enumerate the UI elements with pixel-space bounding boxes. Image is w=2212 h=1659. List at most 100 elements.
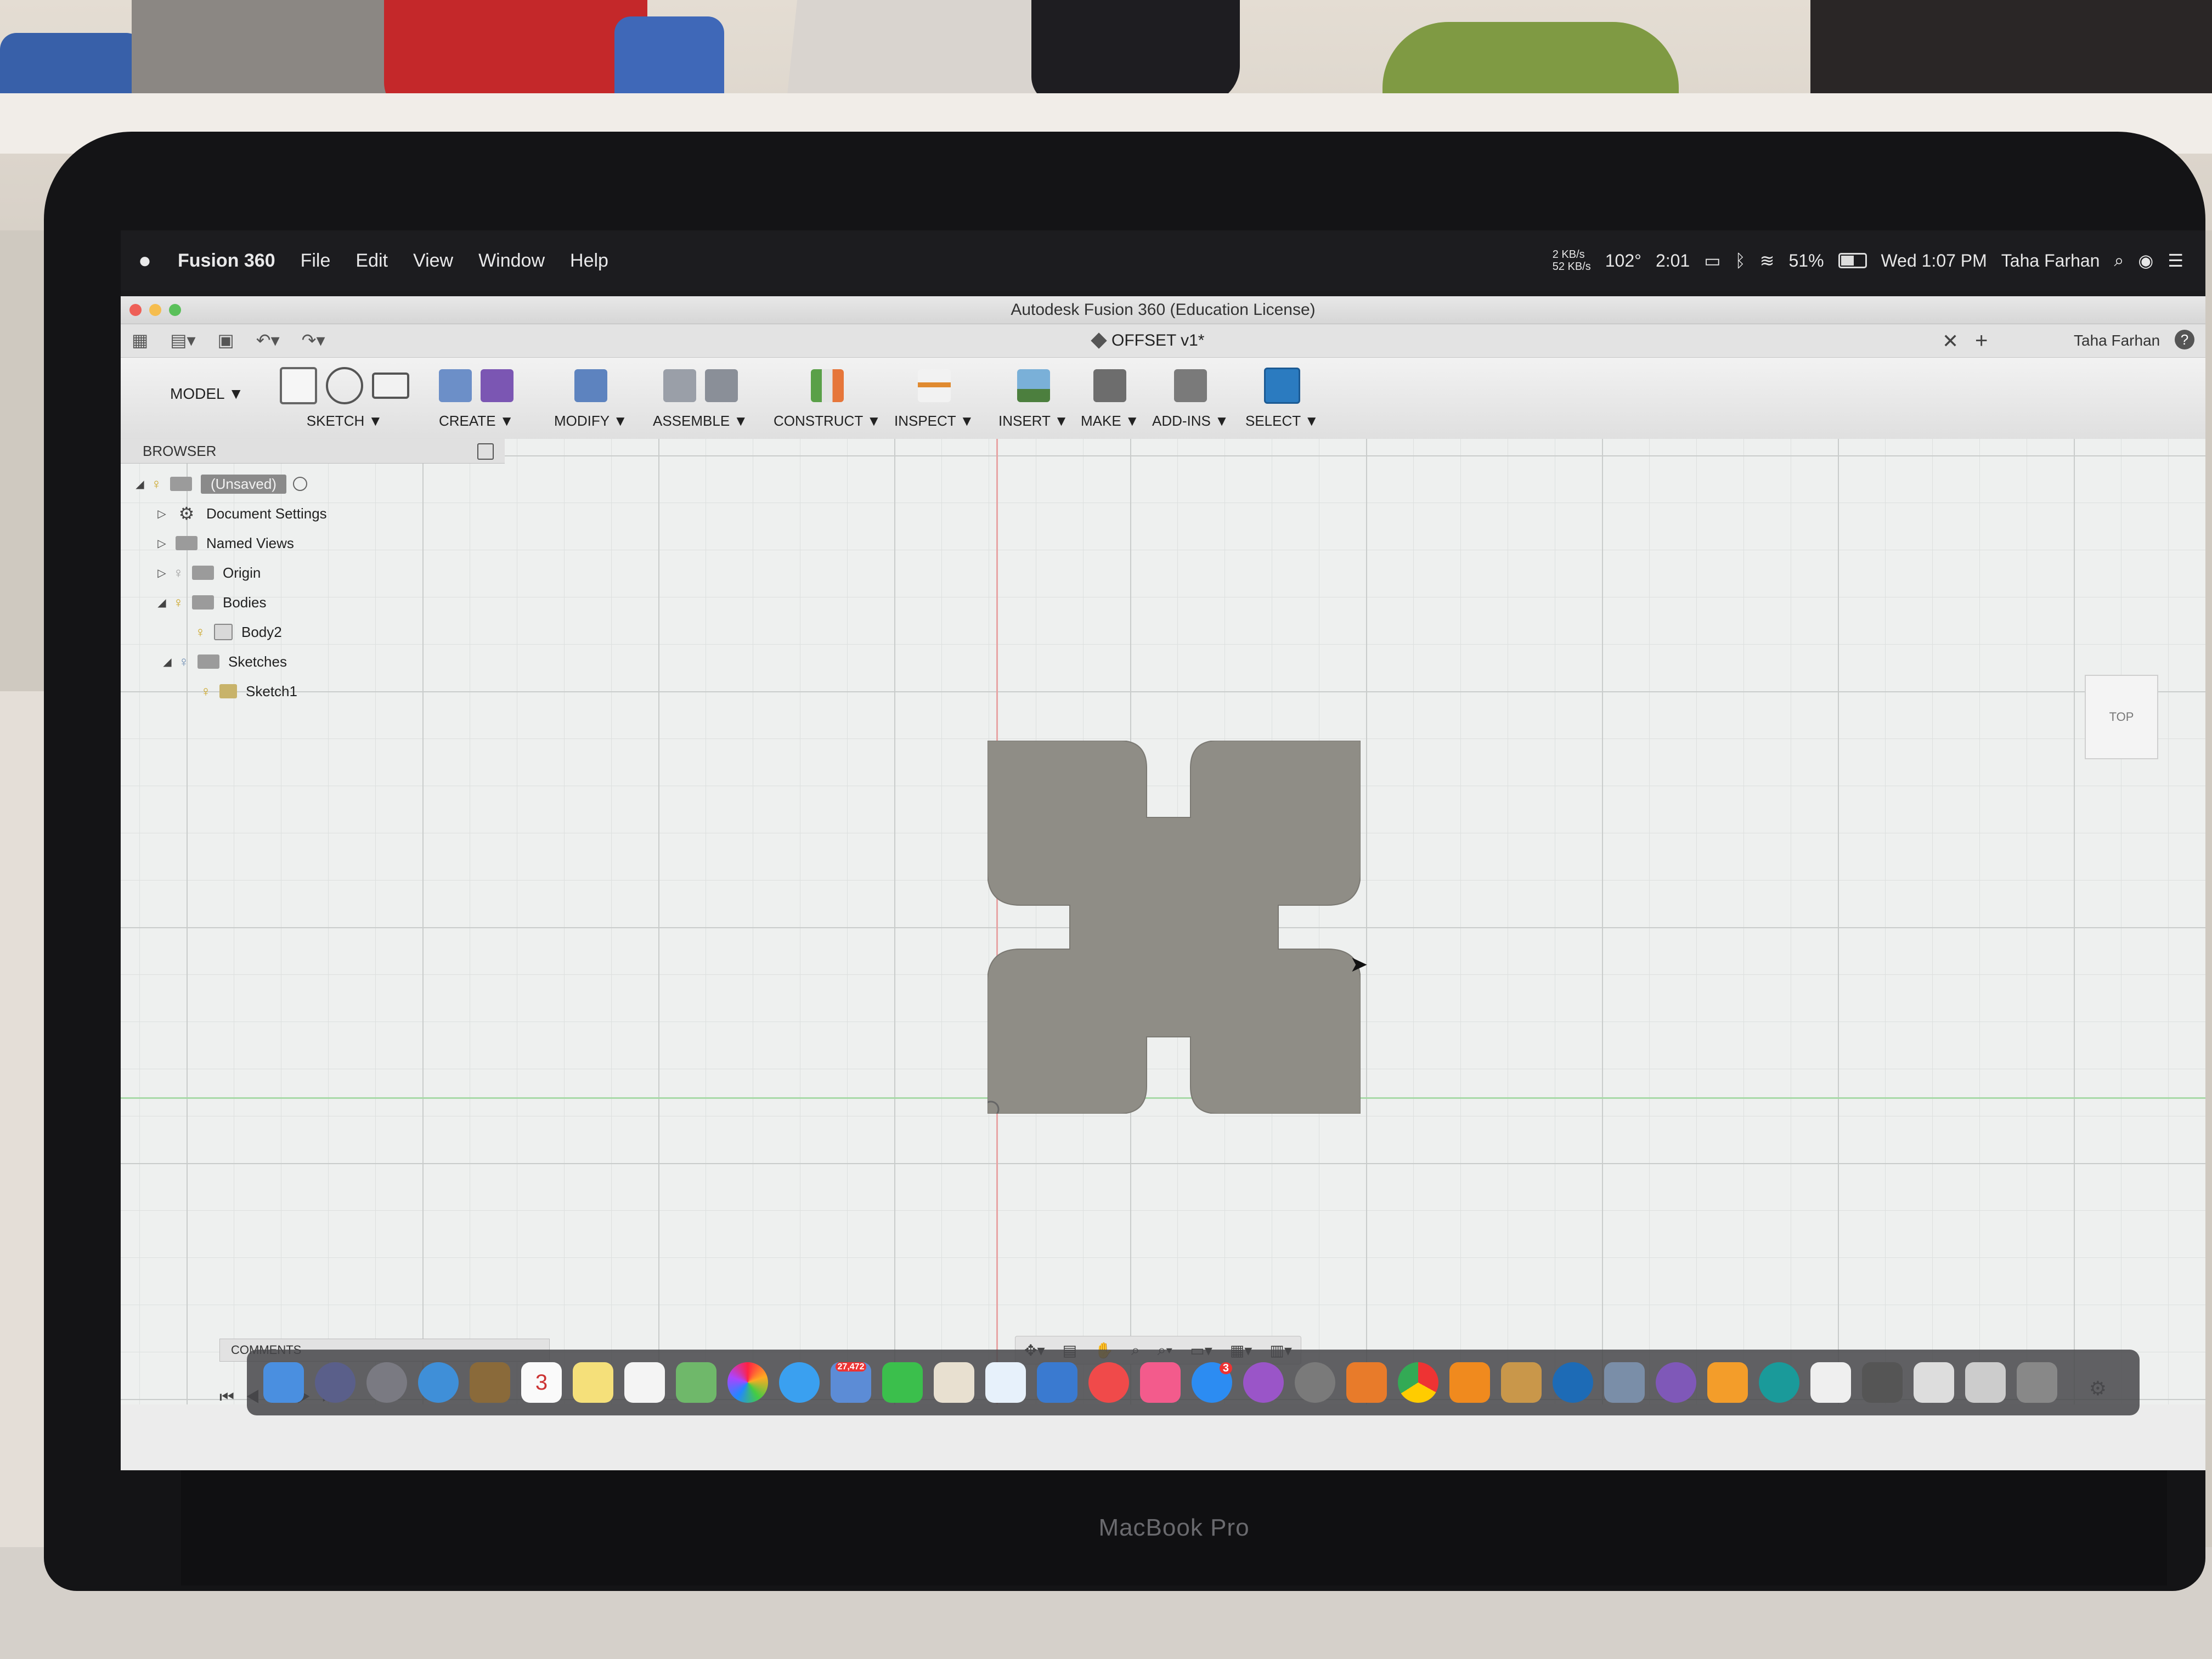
3d-print-icon[interactable] [1093,369,1127,402]
zoom-window-button[interactable] [169,304,181,316]
sublime-icon[interactable] [1707,1362,1748,1403]
matlab-icon[interactable] [1346,1362,1387,1403]
inspect-group[interactable]: INSPECT ▼ [894,361,974,430]
insert-image-icon[interactable] [1017,369,1050,402]
help-icon[interactable]: ? [2175,330,2194,349]
launchpad-icon[interactable] [366,1362,407,1403]
body2-profile[interactable] [988,741,1361,1114]
photos-icon[interactable] [727,1362,768,1403]
chrome-icon[interactable] [1398,1362,1438,1403]
feedback-icon[interactable] [1243,1362,1284,1403]
activate-radio[interactable] [292,477,307,491]
folder-icon[interactable] [1501,1362,1542,1403]
timeline-start-icon[interactable]: ⏮ [219,1388,245,1406]
notes-icon[interactable] [573,1362,613,1403]
press-pull-icon[interactable] [574,369,607,402]
contacts-icon[interactable] [470,1362,510,1403]
notification-center-icon[interactable]: ☰ [2168,250,2183,271]
reminders-icon[interactable] [624,1362,665,1403]
menu-file[interactable]: File [301,250,331,272]
close-window-button[interactable] [129,304,142,316]
body2-shape[interactable] [988,741,1361,1114]
facetime-icon[interactable] [882,1362,923,1403]
document-tab[interactable]: OFFSET v1* [1091,324,1204,357]
offset-plane-icon[interactable] [810,369,844,402]
tree-node-root[interactable]: ◢ ♀ (Unsaved) [121,469,505,499]
arduino-icon[interactable] [1759,1362,1799,1403]
assemble-group[interactable]: ASSEMBLE ▼ [653,361,748,430]
scripts-icon[interactable] [1173,369,1207,402]
battery-time[interactable]: 2:01 [1656,251,1690,271]
save-icon[interactable]: ▣ [218,330,234,351]
extrude-icon[interactable] [439,369,472,402]
lightbulb-icon[interactable]: ♀ [170,565,187,582]
downloads-icon[interactable] [1965,1362,2006,1403]
news-icon[interactable] [1088,1362,1129,1403]
tree-node-named-views[interactable]: ▷ Named Views [121,528,505,558]
tree-node-bodies[interactable]: ◢ ♀ Bodies [121,588,505,617]
plus-icon[interactable]: + [1975,329,1988,353]
collapse-triangle-icon[interactable]: ◢ [154,596,170,610]
account-user[interactable]: Taha Farhan [2074,332,2160,349]
collapse-triangle-icon[interactable]: ◢ [159,655,176,669]
menu-window[interactable]: Window [478,250,545,272]
tree-node-body2[interactable]: ♀ Body2 [121,617,505,647]
tree-node-sketches[interactable]: ◢ ♀ Sketches [121,647,505,676]
measure-icon[interactable] [917,369,951,402]
menu-edit[interactable]: Edit [356,250,388,272]
new-component-icon[interactable] [663,369,696,402]
expand-triangle-icon[interactable]: ▷ [154,566,170,580]
modify-group[interactable]: MODIFY ▼ [554,361,628,430]
make-group[interactable]: MAKE ▼ [1081,361,1139,430]
lightbulb-icon[interactable]: ♀ [148,476,165,493]
siri-icon[interactable]: ◉ [2138,250,2153,271]
workspace-selector[interactable]: MODEL ▼ [170,385,244,403]
arc-icon[interactable] [326,367,363,404]
create-group[interactable]: CREATE ▼ [439,361,514,430]
select-group[interactable]: SELECT ▼ [1245,361,1319,430]
calendar-icon[interactable]: 3 [521,1362,562,1403]
tree-node-sketch1[interactable]: ♀ Sketch1 [121,676,505,706]
select-arrow-icon[interactable] [1263,368,1300,404]
menu-app-name[interactable]: Fusion 360 [178,250,275,272]
menu-user[interactable]: Taha Farhan [2001,251,2100,271]
minimize-window-button[interactable] [149,304,161,316]
mail-icon[interactable]: 27,472 [831,1362,871,1403]
wifi-icon[interactable]: ≋ [1760,250,1775,271]
menu-view[interactable]: View [413,250,453,272]
lightbulb-icon[interactable]: ♀ [170,594,187,611]
undo-icon[interactable]: ↶▾ [256,330,280,351]
rectangle-icon[interactable] [372,373,409,399]
messages-icon[interactable] [779,1362,820,1403]
lightbulb-icon[interactable]: ♀ [192,624,208,641]
tree-node-document-settings[interactable]: ▷ ⚙ Document Settings [121,499,505,528]
expand-triangle-icon[interactable]: ▷ [154,537,170,550]
apple-icon[interactable]: ● [134,249,156,273]
search-icon[interactable]: ⌕ [2114,250,2124,271]
pin-icon[interactable] [477,443,494,460]
lightbulb-icon[interactable]: ♀ [176,653,192,670]
music-icon[interactable] [1140,1362,1181,1403]
battery-icon[interactable] [1838,253,1867,268]
recent-file-icon[interactable] [1914,1362,1954,1403]
expand-triangle-icon[interactable]: ▷ [154,507,170,521]
temperature[interactable]: 102° [1605,251,1641,271]
browser-header[interactable]: BROWSER [121,439,505,464]
recent-file-icon[interactable] [1862,1362,1903,1403]
airplay-icon[interactable]: ▭ [1704,250,1720,271]
siri-dock-icon[interactable] [315,1362,356,1403]
joint-icon[interactable] [704,369,738,402]
create-sketch-icon[interactable] [280,367,317,404]
menu-help[interactable]: Help [570,250,608,272]
document-icon[interactable] [1810,1362,1851,1403]
safari-icon[interactable] [418,1362,459,1403]
addins-group[interactable]: ADD-INS ▼ [1152,361,1229,430]
preview-icon[interactable] [1604,1362,1645,1403]
close-icon[interactable]: ✕ [1942,330,1959,353]
tree-node-origin[interactable]: ▷ ♀ Origin [121,558,505,588]
form-icon[interactable] [481,369,514,402]
trash-icon[interactable] [2017,1362,2057,1403]
fusion-360-icon[interactable] [1449,1362,1490,1403]
lightbulb-icon[interactable]: ♀ [198,683,214,700]
file-menu-icon[interactable]: ▤▾ [170,330,195,351]
